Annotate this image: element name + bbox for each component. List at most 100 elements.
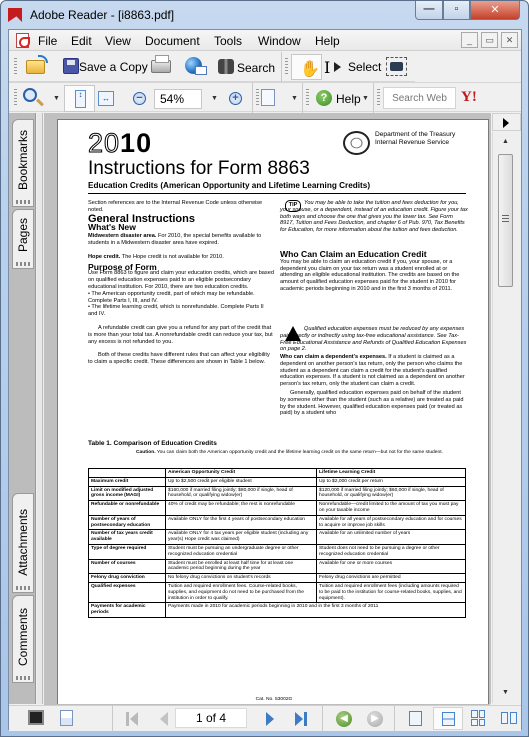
full-screen-icon[interactable] <box>28 710 44 725</box>
scroll-down-icon[interactable]: ▼ <box>498 685 513 701</box>
last-page-bar-icon <box>304 712 307 726</box>
binoculars-icon[interactable] <box>218 59 234 74</box>
close-button[interactable]: ✕ <box>470 1 520 20</box>
menu-file[interactable]: File <box>38 34 57 48</box>
fit-page-icon: ↕ <box>75 90 86 108</box>
select-arrow-icon <box>334 62 341 72</box>
scroll-up-icon[interactable]: ▲ <box>498 134 513 150</box>
zoom-in-tool-icon[interactable] <box>23 88 37 102</box>
toolbar-grip[interactable] <box>285 58 288 76</box>
title-rule <box>88 193 466 194</box>
expand-panel-button[interactable] <box>492 113 521 131</box>
select-tool-button[interactable]: Select <box>348 60 381 74</box>
purpose-text: Use Form 8863 to figure and claim your e… <box>88 270 274 290</box>
rotate-page-icon[interactable] <box>261 89 275 106</box>
menu-help[interactable]: Help <box>315 34 340 48</box>
next-view-button[interactable]: ▶ <box>367 711 383 727</box>
page-properties-icon[interactable] <box>60 710 73 726</box>
previous-view-button[interactable]: ◀ <box>336 711 352 727</box>
hand-tool-button[interactable]: ✋ <box>291 54 322 80</box>
toolbar-grip[interactable] <box>377 89 380 107</box>
menu-edit[interactable]: Edit <box>71 34 92 48</box>
help-icon[interactable]: ? <box>316 90 332 106</box>
generally-paragraph: Generally, qualified education expenses … <box>280 389 464 417</box>
bullet-american-opportunity: • The American opportunity credit, part … <box>88 290 255 304</box>
scrollbar-thumb[interactable] <box>498 154 513 287</box>
page-number-field[interactable]: 1 of 4 <box>175 708 247 728</box>
continuous-facing-layout-icon[interactable] <box>501 712 517 724</box>
intro-text: Section references are to the Internal R… <box>88 200 263 213</box>
last-page-button[interactable] <box>295 712 307 726</box>
next-page-button[interactable] <box>266 712 274 726</box>
menu-window[interactable]: Window <box>258 34 301 48</box>
minimize-icon: — <box>423 3 435 15</box>
table-cell: Student must be enrolled at least half t… <box>165 558 317 575</box>
hand-icon: ✋ <box>300 61 320 78</box>
table-title: Table 1. Comparison of Education Credits <box>88 440 217 447</box>
vertical-scrollbar[interactable]: ▲ ▼ <box>492 132 521 703</box>
table-header-row: American Opportunity Credit Lifetime Lear… <box>88 468 466 478</box>
table-cell: Tuition and required enrollment fees. Co… <box>165 581 317 604</box>
navigation-panel: Bookmarks Pages Attachments Comments <box>9 113 36 704</box>
save-disk-icon[interactable] <box>63 58 79 74</box>
search-button[interactable]: Search <box>237 61 275 75</box>
doc-minimize-button[interactable]: _ <box>461 32 478 48</box>
first-page-button[interactable] <box>126 712 138 726</box>
status-separator <box>112 706 113 732</box>
menu-document[interactable]: Document <box>145 34 200 48</box>
save-a-copy-button[interactable]: Save a Copy <box>79 60 148 74</box>
previous-page-button[interactable] <box>160 712 168 726</box>
tab-comments[interactable]: Comments <box>12 595 34 683</box>
tab-attachments[interactable]: Attachments <box>12 493 34 593</box>
general-instructions-heading: General Instructions <box>88 212 195 225</box>
printer-icon[interactable] <box>151 55 171 73</box>
irs-eagle-logo <box>343 131 370 155</box>
doc-close-button[interactable]: ✕ <box>501 32 518 48</box>
maximize-button[interactable]: ▫ <box>443 1 470 20</box>
panel-splitter[interactable] <box>37 113 43 704</box>
close-icon: ✕ <box>490 4 500 16</box>
help-button[interactable]: Help <box>336 92 361 106</box>
camera-icon[interactable] <box>386 57 407 76</box>
table-cell: Available ONLY for 4 tax years per eligi… <box>165 529 317 545</box>
table-cell: $120,000 if married filing jointly; $60,… <box>316 485 466 502</box>
left-column: Section references are to the Internal R… <box>88 200 274 366</box>
zoom-out-button[interactable]: − <box>133 92 146 105</box>
toolbar-separator <box>252 83 253 113</box>
zoom-level-field[interactable]: 54% <box>154 89 202 109</box>
table-header-cell: Lifetime Learning Credit <box>316 468 466 478</box>
single-page-layout-icon[interactable] <box>409 711 422 726</box>
tab-attachments-label: Attachments <box>16 509 30 576</box>
table-row: Qualified expenses Tuition and required e… <box>88 581 466 604</box>
table-row-header: Maximum credit <box>88 476 166 487</box>
doc-restore-button[interactable]: ▭ <box>481 32 498 48</box>
zoom-in-button[interactable]: + <box>229 92 242 105</box>
toolbar-grip[interactable] <box>14 89 17 107</box>
table-row: Limit on modified adjusted gross income … <box>88 485 466 502</box>
tab-pages[interactable]: Pages <box>12 209 34 269</box>
facing-layout-icon[interactable] <box>471 710 485 726</box>
table-row-header: Felony drug conviction <box>88 573 166 583</box>
tab-pages-label: Pages <box>16 217 30 252</box>
zoom-tool-dropdown-icon[interactable]: ▼ <box>53 95 60 102</box>
help-dropdown-icon[interactable]: ▼ <box>362 95 369 102</box>
both-credits-paragraph: Both of these credits have different rul… <box>88 352 270 366</box>
toolbar-grip[interactable] <box>306 89 309 107</box>
menu-tools[interactable]: Tools <box>214 34 242 48</box>
search-web-input[interactable]: Search Web <box>383 87 456 109</box>
yahoo-icon[interactable]: Y! <box>461 89 477 106</box>
zoom-dropdown-icon[interactable]: ▼ <box>211 95 218 102</box>
toolbar-grip[interactable] <box>256 89 259 107</box>
fit-page-button[interactable]: ↕ <box>64 85 95 112</box>
toolbar-grip[interactable] <box>14 58 17 76</box>
continuous-layout-button[interactable] <box>433 707 463 730</box>
document-view[interactable]: 2010 Department of the Treasury Internal … <box>44 113 491 719</box>
document-icon[interactable] <box>16 33 30 48</box>
table-row-header: Payments for academic periods <box>88 602 166 618</box>
minimize-button[interactable]: — <box>415 1 443 20</box>
menu-view[interactable]: View <box>105 34 131 48</box>
tab-bookmarks[interactable]: Bookmarks <box>12 119 34 207</box>
fit-width-button[interactable]: ↔ <box>98 91 114 106</box>
rotate-dropdown-icon[interactable]: ▼ <box>291 95 298 102</box>
who-can-claim-heading: Who Can Claim an Education Credit <box>280 249 427 259</box>
